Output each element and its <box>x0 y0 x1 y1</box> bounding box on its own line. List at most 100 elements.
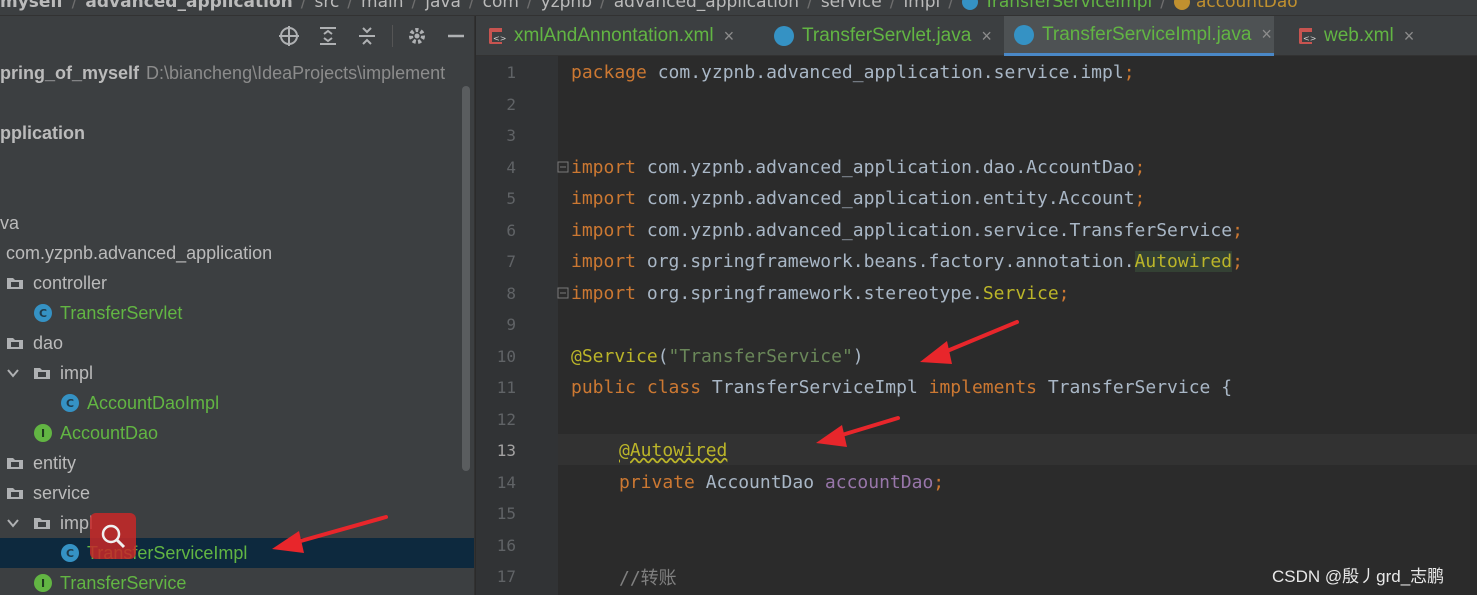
line-number: 14 <box>496 473 516 492</box>
folder-icon <box>7 458 23 469</box>
tree-item-dao-impl[interactable]: impl <box>0 358 474 388</box>
class-icon <box>962 0 978 10</box>
code-line-4: import com.yzpnb.advanced_application.da… <box>571 157 1146 178</box>
breadcrumb-item[interactable]: service <box>813 0 890 12</box>
line-number-current: 13 <box>496 441 516 460</box>
breadcrumb-item[interactable]: com <box>475 0 527 12</box>
line-number: 3 <box>506 126 516 145</box>
tree-item-transferserviceimpl[interactable]: C TransferServiceImpl <box>0 538 474 568</box>
tree-item-service[interactable]: service <box>0 478 474 508</box>
tree-item-controller[interactable]: controller <box>0 268 474 298</box>
tree-root[interactable]: pring_of_myself D:\biancheng\IdeaProject… <box>0 58 474 88</box>
close-icon[interactable]: × <box>724 26 735 47</box>
code-line-17: //转账 <box>619 567 677 589</box>
line-number: 15 <box>496 504 516 523</box>
svg-text:<>: <> <box>1303 34 1316 43</box>
tree-item-dao[interactable]: dao <box>0 328 474 358</box>
field-icon <box>1174 0 1191 10</box>
toolbar-separator <box>392 25 393 47</box>
tree-item-service-impl[interactable]: impl <box>0 508 474 538</box>
line-number: 8 <box>506 284 516 303</box>
breadcrumb-item[interactable]: accountDao <box>1166 0 1306 12</box>
line-number: 2 <box>506 95 516 114</box>
folder-icon <box>7 278 23 289</box>
line-number: 7 <box>506 252 516 271</box>
class-icon: C <box>61 544 79 562</box>
chevron-down-icon[interactable] <box>6 366 20 380</box>
code-line-7: import org.springframework.beans.factory… <box>571 251 1243 272</box>
code-line-5: import com.yzpnb.advanced_application.en… <box>571 188 1146 209</box>
breadcrumb-item[interactable]: main <box>353 0 411 12</box>
line-number: 10 <box>496 347 516 366</box>
tree-item-entity[interactable]: entity <box>0 448 474 478</box>
tree-item-java[interactable]: va <box>0 208 474 238</box>
code-line-8: import org.springframework.stereotype. Se… <box>571 283 1070 304</box>
expand-all-icon[interactable] <box>316 24 340 48</box>
project-panel: pring_of_myself D:\biancheng\IdeaProject… <box>0 16 475 595</box>
breadcrumb-item[interactable]: yzpnb <box>533 0 600 12</box>
tree-item-package[interactable]: com.yzpnb.advanced_application <box>0 238 474 268</box>
project-scrollbar[interactable] <box>462 86 470 471</box>
breadcrumb: myself / advanced_application / src / main /… <box>0 0 1477 16</box>
line-number: 5 <box>506 189 516 208</box>
breadcrumb-item[interactable]: advanced_application <box>606 0 807 12</box>
class-icon: C <box>61 394 79 412</box>
class-icon <box>774 26 794 46</box>
breadcrumb-item[interactable]: java <box>417 0 469 12</box>
fold-icon[interactable] <box>556 286 570 300</box>
tree-item-transferservice[interactable]: I TransferService <box>0 568 474 595</box>
code-line-13: @Autowired <box>619 440 728 461</box>
project-toolbar <box>0 16 474 56</box>
editor-tabs: <> xmlAndAnnontation.xml × TransferServl… <box>476 16 1477 56</box>
breadcrumb-item[interactable]: impl <box>895 0 948 12</box>
code-line-14: private AccountDao accountDao; <box>619 472 945 493</box>
tab-transferserviceimpl[interactable]: TransferServiceImpl.java × <box>1004 16 1274 56</box>
close-icon[interactable]: × <box>1404 26 1415 47</box>
line-number: 6 <box>506 221 516 240</box>
line-number: 17 <box>496 567 516 586</box>
search-overlay[interactable] <box>90 513 136 559</box>
locate-icon[interactable] <box>277 24 301 48</box>
line-number: 9 <box>506 315 516 334</box>
code-line-6: import com.yzpnb.advanced_application.se… <box>571 220 1243 241</box>
code-line-10: @Service("TransferService") <box>571 346 864 367</box>
class-icon <box>1014 24 1034 45</box>
close-icon[interactable]: × <box>1261 24 1272 45</box>
breadcrumb-item[interactable]: TransferServiceImpl <box>954 0 1160 12</box>
class-icon: C <box>34 304 52 322</box>
xml-file-icon: <> <box>489 28 506 44</box>
line-number: 1 <box>506 63 516 82</box>
breadcrumb-item[interactable]: src <box>306 0 347 12</box>
xml-file-icon: <> <box>1299 28 1316 44</box>
line-number: 11 <box>496 378 516 397</box>
tree-item-accountdao[interactable]: I AccountDao <box>0 418 474 448</box>
tree-item-module[interactable]: pplication <box>0 118 474 148</box>
tree-item-accountdaoimpl[interactable]: C AccountDaoImpl <box>0 388 474 418</box>
breadcrumb-item[interactable]: advanced_application <box>77 0 300 12</box>
tab-xmlandannontation[interactable]: <> xmlAndAnnontation.xml × <box>486 16 734 56</box>
project-name: pring_of_myself <box>0 62 140 83</box>
interface-icon: I <box>34 424 52 442</box>
tree-item-transferservlet[interactable]: C TransferServlet <box>0 298 474 328</box>
project-path: D:\biancheng\IdeaProjects\implement <box>146 62 446 83</box>
line-number: 4 <box>506 158 516 177</box>
folder-icon <box>34 368 50 379</box>
chevron-down-icon[interactable] <box>6 516 20 530</box>
breadcrumb-item[interactable]: myself <box>0 0 72 12</box>
fold-icon[interactable] <box>556 160 570 174</box>
interface-icon: I <box>34 574 52 592</box>
collapse-all-icon[interactable] <box>355 24 379 48</box>
minimize-icon[interactable] <box>444 24 468 48</box>
tab-webxml[interactable]: <> web.xml × <box>1296 16 1414 56</box>
line-number: 12 <box>496 410 516 429</box>
code-editor[interactable]: 1 2 3 4 5 6 7 8 9 10 11 12 13 14 15 16 1… <box>476 56 1477 595</box>
folder-icon <box>7 488 23 499</box>
search-icon <box>101 524 126 549</box>
folder-icon <box>7 338 23 349</box>
watermark: CSDN @殷丿grd_志鹏 <box>1272 567 1445 586</box>
svg-text:<>: <> <box>493 34 506 43</box>
tab-transferservlet[interactable]: TransferServlet.java × <box>774 16 992 56</box>
close-icon[interactable]: × <box>981 26 992 47</box>
gear-icon[interactable] <box>405 24 429 48</box>
folder-icon <box>34 518 50 529</box>
